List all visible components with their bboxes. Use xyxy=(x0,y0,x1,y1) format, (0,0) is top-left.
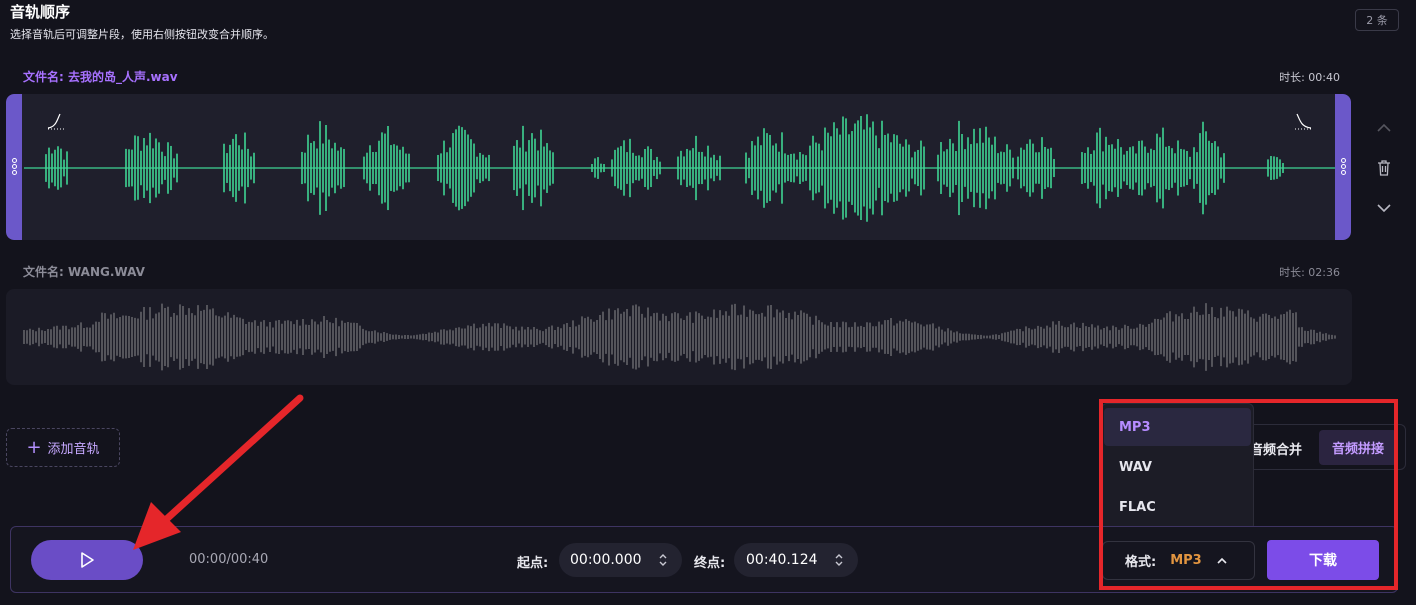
stepper-icon[interactable] xyxy=(658,552,668,568)
chevron-down-icon xyxy=(1377,204,1391,213)
trash-icon xyxy=(1378,160,1390,176)
move-down-button[interactable] xyxy=(1374,198,1394,218)
track-1-wave-svg xyxy=(24,114,1336,222)
annotation-arrow xyxy=(133,394,304,550)
track-1-duration: 时长: 00:40 xyxy=(1279,71,1340,84)
track-1-filename: 文件名: 去我的岛_人声.wav xyxy=(23,70,178,84)
end-label: 终点: xyxy=(694,556,726,571)
track-count-badge: 2 条 xyxy=(1355,9,1399,31)
start-label: 起点: xyxy=(517,556,549,571)
add-track-label: 添加音轨 xyxy=(47,442,100,457)
fade-in-icon[interactable] xyxy=(46,112,66,132)
trim-handle-right[interactable] xyxy=(1335,94,1351,240)
page-title: 音轨顺序 xyxy=(10,3,71,21)
add-track-button[interactable]: + 添加音轨 xyxy=(6,428,120,467)
chevron-up-icon xyxy=(1377,123,1391,132)
stepper-icon[interactable] xyxy=(834,552,844,568)
start-time-value: 00:00.000 xyxy=(570,552,642,568)
start-time-input[interactable]: 00:00.000 xyxy=(559,543,682,577)
fade-out-icon[interactable] xyxy=(1293,112,1313,132)
track-2-wave-svg xyxy=(23,303,1336,371)
track-2-filename: 文件名: WANG.WAV xyxy=(23,265,145,279)
trim-handle-left[interactable] xyxy=(6,94,22,240)
move-up-button[interactable] xyxy=(1374,118,1394,138)
track-2-waveform[interactable] xyxy=(6,289,1352,385)
track-1-waveform[interactable] xyxy=(6,94,1351,240)
play-icon xyxy=(81,552,94,568)
page-subtitle: 选择音轨后可调整片段，使用右侧按钮改变合并顺序。 xyxy=(10,28,274,41)
track-2-duration: 时长: 02:36 xyxy=(1279,266,1340,279)
plus-icon: + xyxy=(26,436,42,458)
end-time-input[interactable]: 00:40.124 xyxy=(734,543,858,577)
delete-track-button[interactable] xyxy=(1374,158,1394,178)
end-time-value: 00:40.124 xyxy=(746,552,818,568)
annotation-highlight-box xyxy=(1099,399,1398,590)
